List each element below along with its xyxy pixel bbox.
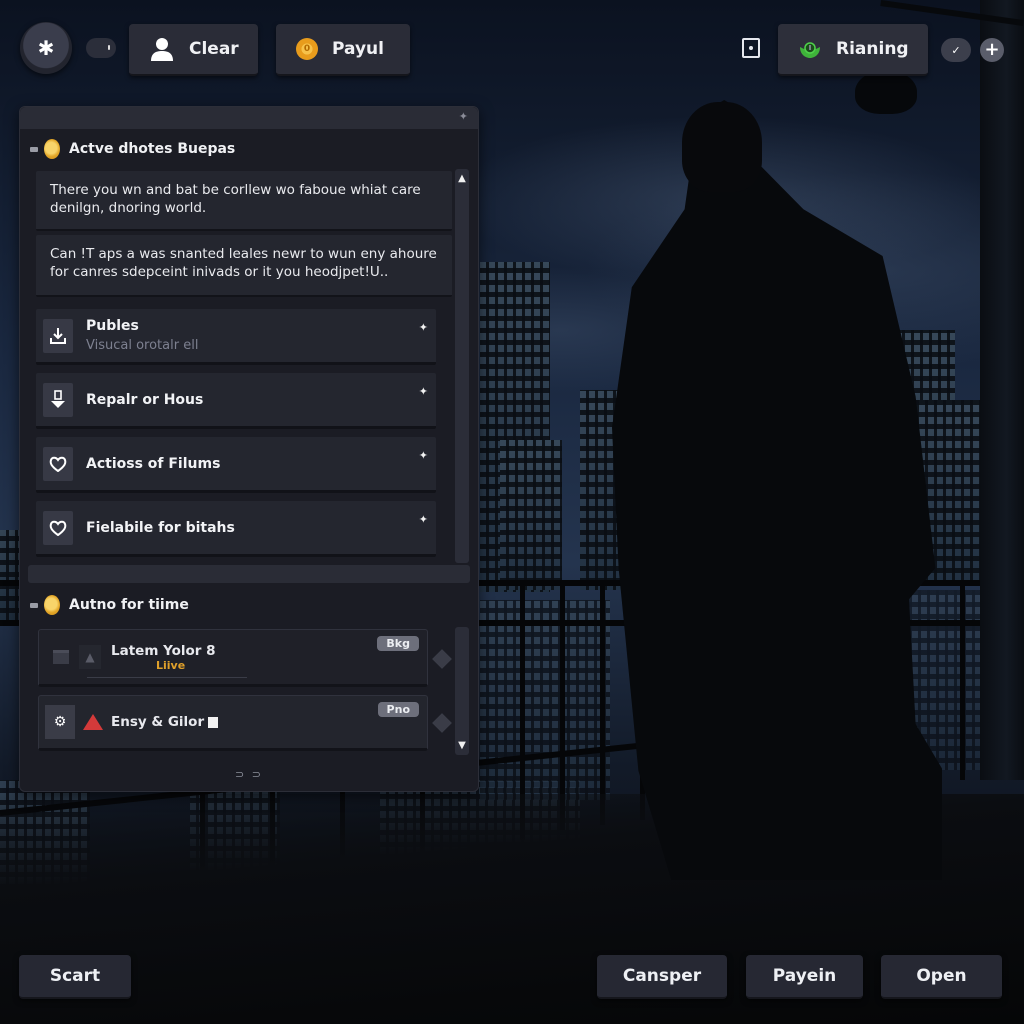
heart-icon [43, 446, 73, 481]
plus-button[interactable]: + [980, 38, 1004, 62]
toggle-pill[interactable] [86, 38, 116, 58]
gold-coin-icon [44, 139, 60, 159]
sparkle-icon[interactable]: ✦ [419, 449, 428, 462]
card-title: Ensy & Gilor [111, 714, 205, 730]
asterisk-icon: ✱ [37, 36, 55, 60]
download-tray-icon [43, 318, 73, 353]
list-item-actioss[interactable]: Actioss of Filums ✦ [36, 437, 436, 493]
list-item-fielabile[interactable]: Fielabile for bitahs ✦ [36, 501, 436, 557]
clear-button-label: Clear [189, 39, 239, 59]
live-status: Liive [156, 658, 186, 672]
payein-button-label: Payein [772, 966, 837, 986]
window-icon [53, 650, 69, 664]
collapse-icon[interactable] [30, 146, 38, 152]
list-item-repair[interactable]: Repalr or Hous ✦ [36, 373, 436, 429]
message-text: There you wn and bat be corllew wo fabou… [50, 182, 421, 216]
gear-face-icon: ⚙ [45, 705, 75, 739]
heart-icon [43, 510, 73, 545]
checkmark-icon: ✓ [951, 43, 961, 57]
cansper-button-label: Cansper [622, 966, 702, 986]
list-item-title: Publes [86, 318, 139, 334]
scart-button-label: Scart [49, 966, 101, 986]
pagination-indicator[interactable]: ⊃ ⊃ [20, 768, 478, 781]
section-title-text: Actve dhotes Buepas [69, 141, 236, 157]
lamp-pole [980, 0, 1024, 780]
card-ensy[interactable]: ⚙ Ensy & Gilor Pno [38, 695, 452, 751]
user-icon [149, 36, 175, 62]
menu-button[interactable]: ✱ [20, 22, 72, 74]
collapse-icon[interactable] [30, 602, 38, 608]
street-lamp [855, 70, 917, 114]
expand-diamond-icon[interactable] [432, 649, 452, 669]
list-item-title: Repalr or Hous [86, 391, 204, 408]
payein-button[interactable]: Payein [746, 955, 863, 999]
checkmark-button[interactable]: ✓ [941, 38, 971, 62]
list-item-title: Fielabile for bitahs [86, 519, 235, 536]
red-cone-icon [83, 714, 103, 730]
scrollbar-top[interactable]: ▲ [455, 169, 469, 563]
list-item-publes[interactable]: Publes Visucal orotalr ell ✦ [36, 309, 436, 365]
section-divider [28, 565, 470, 583]
move-grip-icon[interactable]: ✦ [459, 110, 468, 123]
message-item[interactable]: There you wn and bat be corllew wo fabou… [36, 171, 452, 231]
card-badge: Pno [377, 702, 419, 717]
status-button[interactable]: Rianing [778, 24, 928, 76]
payul-button-label: Payul [332, 39, 384, 59]
green-shield-icon [798, 39, 822, 59]
scroll-up-icon[interactable]: ▲ [457, 173, 467, 184]
main-panel: ✦ Actve dhotes Buepas There you wn and b… [19, 106, 479, 792]
progress-line [87, 677, 247, 678]
list-item-title: Actioss of Filums [86, 455, 221, 472]
coin-icon: 0 [296, 38, 318, 60]
section-title-autno: Autno for tiime [20, 595, 189, 615]
section-title-text: Autno for tiime [69, 597, 189, 613]
sparkle-icon[interactable]: ✦ [419, 385, 428, 398]
card-title: Latem Yolor 8 [111, 642, 216, 659]
card-latem[interactable]: ▲ Latem Yolor 8 Liive Bkg [38, 629, 452, 687]
gold-coin-icon [44, 595, 60, 615]
open-button-label: Open [916, 966, 967, 986]
building [500, 440, 562, 590]
hooded-figure-head [682, 102, 762, 192]
top-left-controls: ✱ [20, 22, 116, 74]
section-title-active: Actve dhotes Buepas [20, 139, 235, 159]
arrow-up-icon: ▲ [79, 645, 101, 669]
repair-arrow-icon [43, 382, 73, 417]
clear-button[interactable]: Clear [129, 24, 258, 76]
list-item-subtitle: Visucal orotalr ell [86, 338, 199, 353]
checkbox-icon[interactable] [208, 716, 219, 728]
sparkle-icon[interactable]: ✦ [419, 321, 428, 334]
panel-drag-header[interactable]: ✦ [20, 107, 478, 129]
open-button[interactable]: Open [881, 955, 1002, 999]
square-dot-icon[interactable] [742, 38, 760, 58]
sparkle-icon[interactable]: ✦ [419, 513, 428, 526]
payul-button[interactable]: 0 Payul [276, 24, 410, 76]
expand-diamond-icon[interactable] [432, 713, 452, 733]
cansper-button[interactable]: Cansper [597, 955, 727, 999]
plus-icon: + [984, 39, 1000, 60]
scrollbar-bottom[interactable]: ▼ [455, 627, 469, 755]
scart-button[interactable]: Scart [19, 955, 131, 999]
message-item[interactable]: Can !T aps a was snanted leales newr to … [36, 235, 452, 297]
message-text: Can !T aps a was snanted leales newr to … [50, 246, 437, 280]
card-badge: Bkg [377, 636, 419, 651]
scroll-down-icon[interactable]: ▼ [457, 740, 467, 751]
status-button-label: Rianing [836, 39, 909, 59]
